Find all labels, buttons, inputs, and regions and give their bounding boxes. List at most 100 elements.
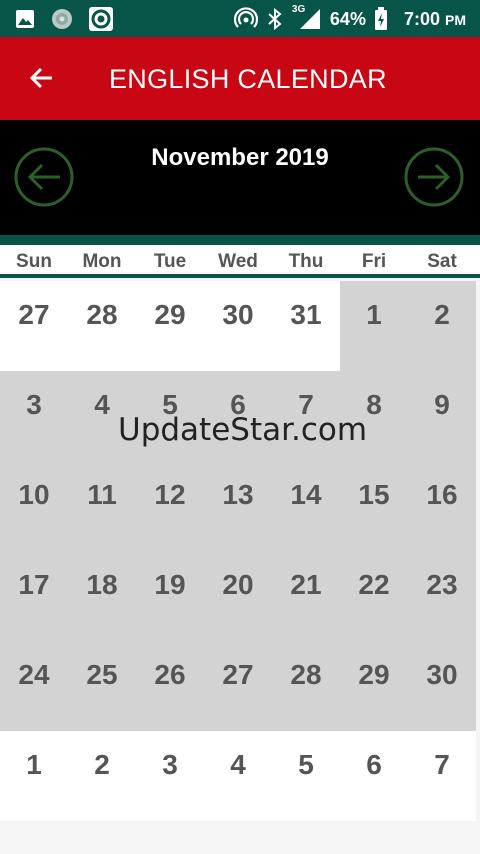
day-cell[interactable]: 21 [272, 551, 340, 641]
day-number: 23 [426, 569, 458, 600]
day-number: 17 [18, 569, 50, 600]
day-cell[interactable]: 10 [0, 461, 68, 551]
day-number: 6 [366, 749, 382, 780]
watermark: UpdateStar.com [118, 412, 368, 448]
system-status: 3G 64% 7:00 PM [233, 4, 466, 31]
hotspot-icon [233, 7, 258, 28]
day-cell[interactable]: 16 [408, 461, 476, 551]
signal-indicator: 3G [292, 4, 322, 31]
day-cell[interactable]: 26 [136, 641, 204, 731]
weekday-header: Sun Mon Tue Wed Thu Fri Sat [0, 245, 480, 278]
day-cell[interactable]: 23 [408, 551, 476, 641]
bluetooth-icon [268, 7, 282, 31]
weekday-label: Mon [82, 251, 122, 272]
image-icon [16, 10, 34, 28]
day-cell-other-month[interactable]: 31 [272, 281, 340, 371]
weekday-label: Fri [361, 251, 387, 272]
day-cell[interactable]: 12 [136, 461, 204, 551]
day-cell-other-month[interactable]: 1 [0, 731, 68, 821]
day-number: 3 [162, 749, 178, 780]
circle-arrow-right-icon[interactable] [404, 147, 464, 207]
day-cell[interactable]: 2 [408, 281, 476, 371]
day-number: 27 [222, 659, 254, 690]
weekday-label: Sun [16, 251, 52, 272]
day-number: 24 [18, 659, 50, 690]
day-number: 27 [18, 299, 50, 330]
day-cell-other-month[interactable]: 7 [408, 731, 476, 821]
weekday-label: Tue [153, 251, 187, 272]
day-cell[interactable]: 3 [0, 371, 68, 461]
day-number: 31 [290, 299, 322, 330]
day-cell-other-month[interactable]: 28 [68, 281, 136, 371]
day-cell[interactable]: 14 [272, 461, 340, 551]
target-icon [89, 7, 113, 31]
day-number: 7 [434, 749, 450, 780]
day-number: 28 [290, 659, 322, 690]
day-cell[interactable]: 27 [204, 641, 272, 731]
day-number: 11 [87, 479, 117, 510]
day-cell[interactable]: 15 [340, 461, 408, 551]
notification-icons [14, 6, 114, 32]
day-cell-other-month[interactable]: 5 [272, 731, 340, 821]
weekday-label: Wed [218, 251, 258, 272]
signal-icon [299, 9, 320, 29]
month-header: November 2019 [0, 120, 480, 235]
day-cell[interactable]: 29 [340, 641, 408, 731]
battery-percent: 64% [329, 8, 366, 29]
day-cell-other-month[interactable]: 27 [0, 281, 68, 371]
day-number: 29 [358, 659, 390, 690]
bottom-spacer [0, 821, 480, 854]
day-cell[interactable]: 17 [0, 551, 68, 641]
day-cell[interactable]: 30 [408, 641, 476, 731]
day-cell[interactable]: 19 [136, 551, 204, 641]
clock: 7:00 PM [404, 9, 466, 30]
day-number: 18 [86, 569, 118, 600]
day-cell[interactable]: 25 [68, 641, 136, 731]
day-cell-other-month[interactable]: 4 [204, 731, 272, 821]
day-cell[interactable]: 18 [68, 551, 136, 641]
day-number: 28 [86, 299, 118, 330]
day-number: 20 [222, 569, 254, 600]
day-cell-other-month[interactable]: 30 [204, 281, 272, 371]
day-number: 1 [366, 299, 382, 330]
day-number: 3 [26, 389, 42, 420]
day-cell[interactable]: 20 [204, 551, 272, 641]
day-cell-other-month[interactable]: 3 [136, 731, 204, 821]
day-number: 30 [426, 659, 458, 690]
day-cell-other-month[interactable]: 6 [340, 731, 408, 821]
day-number: 5 [298, 749, 314, 780]
day-number: 29 [154, 299, 186, 330]
day-number: 2 [434, 299, 450, 330]
app-bar: ENGLISH CALENDAR [0, 37, 480, 120]
day-number: 22 [358, 569, 390, 600]
header-divider [0, 235, 480, 245]
day-cell[interactable]: 13 [204, 461, 272, 551]
day-number: 16 [426, 479, 458, 510]
day-cell[interactable]: 11 [68, 461, 136, 551]
day-cell[interactable]: 28 [272, 641, 340, 731]
day-cell[interactable]: 9 [408, 371, 476, 461]
day-number: 12 [154, 479, 186, 510]
day-number: 9 [434, 389, 450, 420]
day-number: 21 [290, 569, 322, 600]
app-title: ENGLISH CALENDAR [109, 64, 387, 94]
day-cell[interactable]: 1 [340, 281, 408, 371]
clock-ampm: PM [445, 11, 466, 28]
day-cell[interactable]: 22 [340, 551, 408, 641]
weekday-label: Sat [427, 251, 457, 272]
day-number: 26 [154, 659, 186, 690]
day-number: 25 [86, 659, 118, 690]
day-cell[interactable]: 24 [0, 641, 68, 731]
arrow-left-icon[interactable] [28, 64, 56, 92]
day-number: 2 [94, 749, 110, 780]
status-bar: 3G 64% 7:00 PM [0, 0, 480, 37]
day-number: 14 [290, 479, 322, 510]
day-number: 1 [26, 749, 42, 780]
weekday-label: Thu [288, 251, 324, 272]
media-icon [52, 9, 72, 29]
day-cell-other-month[interactable]: 2 [68, 731, 136, 821]
day-cell-other-month[interactable]: 29 [136, 281, 204, 371]
day-number: 10 [18, 479, 50, 510]
clock-time: 7:00 [403, 8, 440, 29]
day-number: 19 [154, 569, 186, 600]
